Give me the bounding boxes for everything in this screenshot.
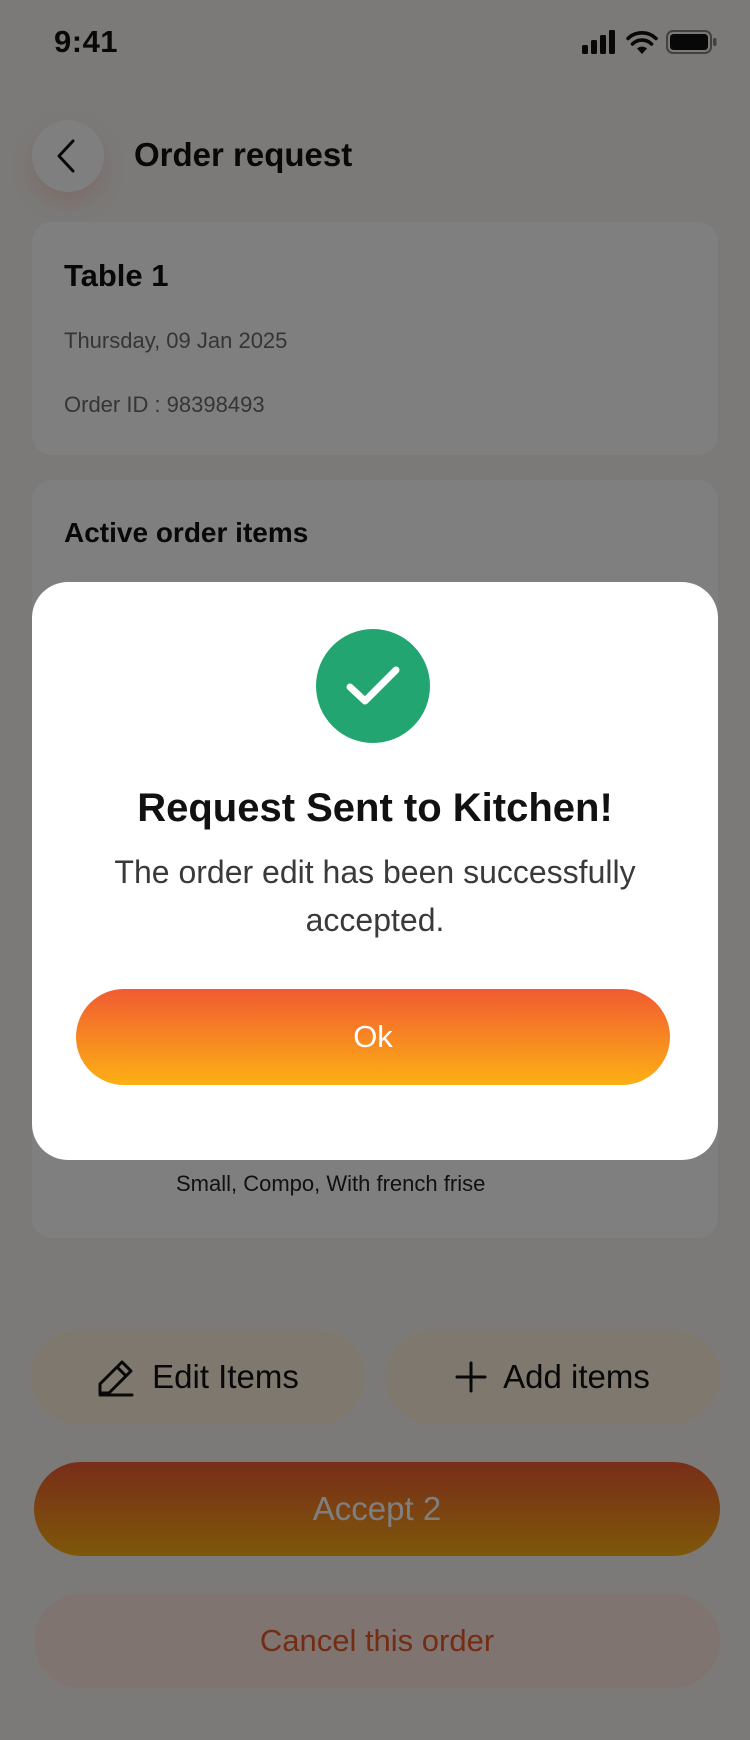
modal-title: Request Sent to Kitchen! — [137, 786, 613, 830]
modal-message: The order edit has been successfully acc… — [114, 854, 636, 938]
checkmark-icon — [346, 666, 400, 705]
success-modal: Request Sent to Kitchen! The order edit … — [32, 582, 718, 1160]
ok-button[interactable]: Ok — [76, 989, 670, 1085]
ok-label: Ok — [353, 1019, 393, 1054]
success-badge — [316, 629, 430, 743]
